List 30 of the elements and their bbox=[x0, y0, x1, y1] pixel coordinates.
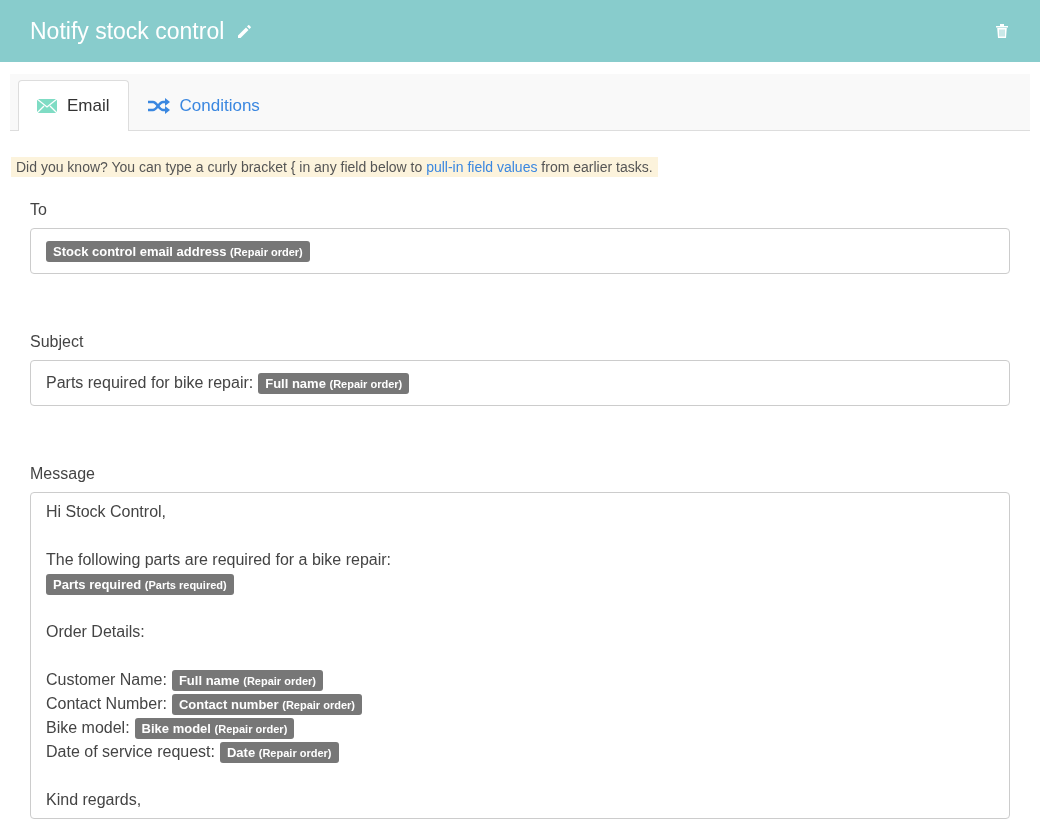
field-label: Message bbox=[30, 465, 96, 483]
field-token[interactable]: Full name (Repair order) bbox=[171, 669, 323, 691]
field-values-link[interactable]: pull-in field values bbox=[426, 159, 538, 175]
field-text: Kind regards, bbox=[46, 791, 142, 809]
field-token[interactable]: Contact number (Repair order) bbox=[171, 693, 362, 715]
field-text: Customer Name: bbox=[46, 671, 167, 689]
input-field[interactable]: Parts required for bike repair: Full name (Repair order) bbox=[30, 360, 1010, 406]
field-token[interactable]: Stock control email address (Repair order) bbox=[46, 240, 310, 262]
field-text: Hi Stock Control, bbox=[46, 503, 167, 521]
tip-text: Did you know? You can type a curly bracket { in any field below to pull-in field values from earlier tasks. bbox=[11, 157, 658, 177]
field-token[interactable]: Parts required (Parts required) bbox=[46, 573, 234, 595]
tab[interactable]: Email bbox=[18, 80, 129, 131]
field-token[interactable]: Bike model (Repair order) bbox=[134, 717, 295, 739]
field-text: Order Details: bbox=[46, 623, 145, 641]
shuffle-icon bbox=[147, 98, 170, 114]
field-text: Bike model: bbox=[46, 719, 130, 737]
trash-icon[interactable] bbox=[995, 23, 1009, 39]
field-token[interactable]: Full name (Repair order) bbox=[258, 372, 410, 394]
field-text: Date of service request: bbox=[46, 743, 215, 761]
envelope-icon bbox=[37, 99, 57, 113]
field-label: To bbox=[30, 201, 48, 219]
message-field[interactable] bbox=[30, 492, 1010, 819]
task-title: Notify stock control bbox=[30, 17, 225, 45]
tab[interactable]: Conditions bbox=[128, 80, 279, 131]
input-field[interactable]: Stock control email address (Repair order) bbox=[30, 228, 1010, 274]
field-text: Parts required for bike repair: bbox=[46, 374, 254, 392]
field-label: Subject bbox=[30, 333, 85, 351]
field-token[interactable]: Date (Repair order) bbox=[219, 741, 339, 763]
field-text: Contact Number: bbox=[46, 695, 167, 713]
field-text: The following parts are required for a bike repair: bbox=[46, 551, 392, 569]
